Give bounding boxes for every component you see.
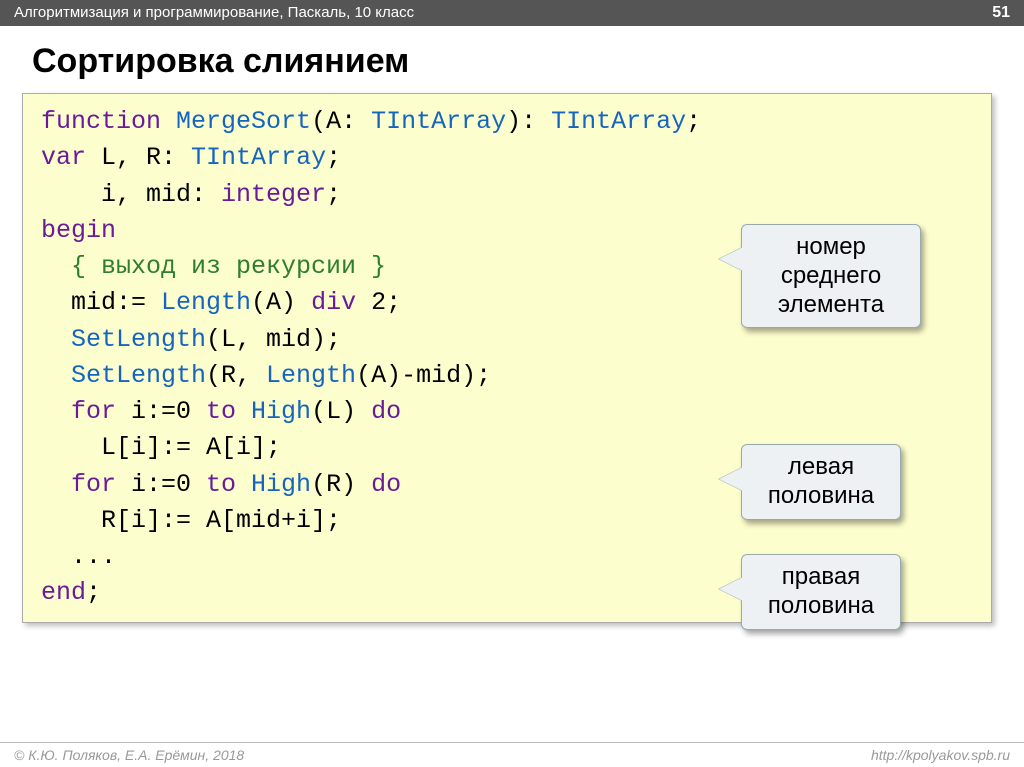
callout-left: левая половина [741, 444, 901, 520]
callout-mid-text: номер среднего элемента [778, 233, 884, 318]
callout-right-text: правая половина [768, 563, 874, 619]
slide-title: Сортировка слиянием [32, 42, 1002, 81]
kw-function: function [41, 107, 161, 136]
footer-url: http://kpolyakov.spb.ru [871, 747, 1010, 763]
kw-var: var [41, 143, 86, 172]
callout-tail-icon [719, 467, 743, 491]
footer-authors: © К.Ю. Поляков, Е.А. Ерёмин, 2018 [14, 747, 244, 763]
course-label: Алгоритмизация и программирование, Паска… [14, 0, 414, 26]
code-block: function MergeSort(A: TIntArray): TIntAr… [22, 93, 992, 623]
callout-left-text: левая половина [768, 453, 874, 509]
kw-integer: integer [221, 180, 326, 209]
callout-tail-icon [719, 577, 743, 601]
page-number: 51 [992, 0, 1010, 26]
footer: © К.Ю. Поляков, Е.А. Ерёмин, 2018 http:/… [0, 742, 1024, 763]
kw-end: end [41, 578, 86, 607]
kw-div: div [311, 288, 356, 317]
callout-tail-icon [719, 247, 743, 271]
header-bar: Алгоритмизация и программирование, Паска… [0, 0, 1024, 26]
kw-begin: begin [41, 216, 116, 245]
fn-mergesort: MergeSort [161, 107, 311, 136]
kw-for: for [41, 397, 116, 426]
callout-mid: номер среднего элемента [741, 224, 921, 328]
slide-body: Сортировка слиянием function MergeSort(A… [0, 26, 1024, 623]
kw-for2: for [41, 470, 116, 499]
comment-exit: { выход из рекурсии } [41, 252, 386, 281]
callout-right: правая половина [741, 554, 901, 630]
